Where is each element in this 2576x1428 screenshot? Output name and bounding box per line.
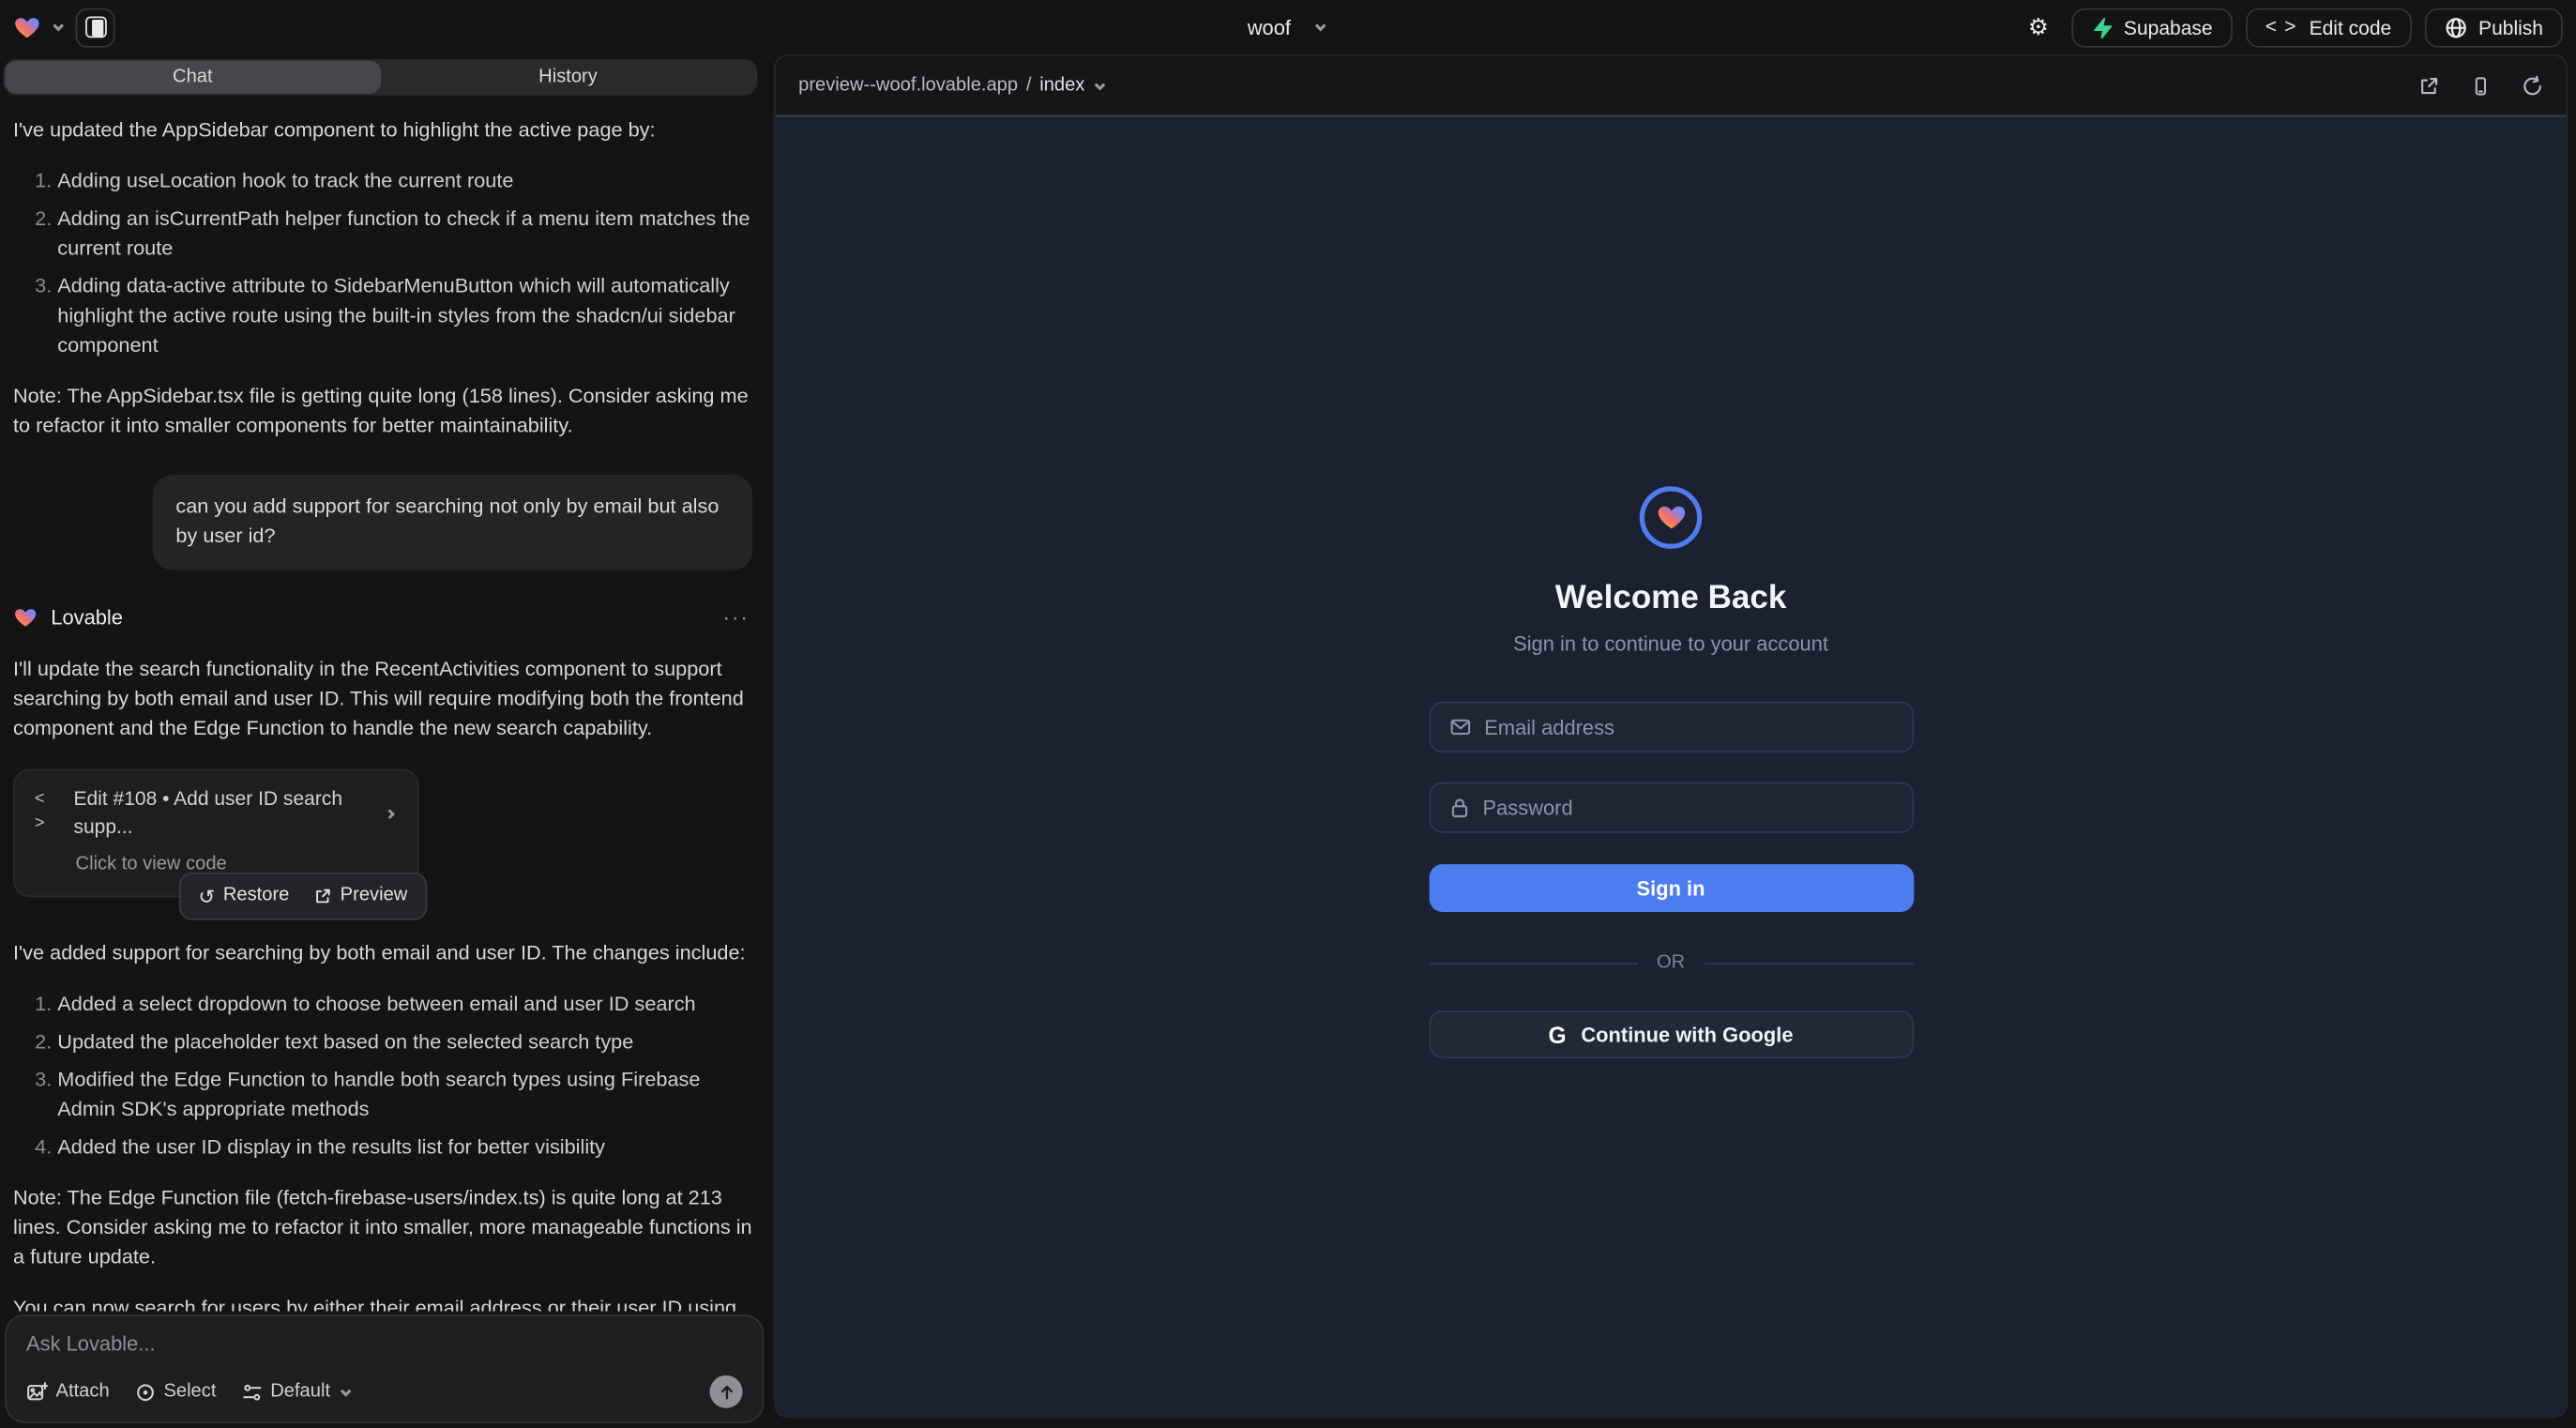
list-item: Adding useLocation hook to track the cur… (57, 168, 752, 197)
settings-button[interactable]: ⚙ (2019, 8, 2058, 47)
list-item: Added a select dropdown to choose betwee… (57, 991, 752, 1020)
tab-history[interactable]: History (380, 61, 755, 94)
mobile-view-icon[interactable] (2471, 75, 2491, 97)
app-heart-icon (1655, 503, 1686, 533)
url-chevron-down-icon (1093, 78, 1108, 93)
list-item: Updated the placeholder text based on th… (57, 1028, 752, 1057)
chat-messages: I've updated the AppSidebar component to… (13, 103, 752, 1311)
code-icon: < > (35, 788, 61, 838)
project-name: woof (1248, 16, 1291, 39)
restore-icon: ↺ (198, 887, 215, 906)
sliders-icon (241, 1381, 263, 1403)
project-chevron-down-icon (1314, 20, 1329, 35)
preview-iframe-content: Welcome Back Sign in to continue to your… (776, 115, 2567, 1417)
assistant-note: Note: The Edge Function file (fetch-fire… (13, 1185, 752, 1273)
edit-code-button[interactable]: < > Edit code (2246, 8, 2412, 47)
arrow-up-icon (717, 1383, 735, 1401)
refresh-icon[interactable] (2522, 75, 2543, 97)
assistant-paragraph: You can now search for users by either t… (13, 1295, 752, 1312)
assistant-name: Lovable (51, 603, 123, 633)
edit-card-actions: ↺ Restore Preview (178, 874, 427, 920)
envelope-icon (1448, 717, 1472, 738)
signin-subtitle: Sign in to continue to your account (1513, 632, 1828, 656)
workspace-chevron-down-icon[interactable] (51, 20, 66, 35)
password-field[interactable] (1483, 796, 1894, 819)
supabase-button[interactable]: Supabase (2071, 8, 2233, 47)
chat-composer: Attach Select Default (5, 1314, 764, 1423)
chat-input[interactable] (26, 1332, 743, 1369)
lovable-logo-heart-icon[interactable] (13, 14, 41, 40)
panel-left-icon (84, 17, 106, 38)
signin-form: Welcome Back Sign in to continue to your… (1429, 486, 1914, 1416)
select-target-icon (134, 1381, 156, 1403)
edit-card-title: Edit #108 • Add user ID search supp... (73, 784, 371, 842)
supabase-label: Supabase (2124, 16, 2213, 39)
lovable-heart-icon (13, 607, 38, 630)
send-button[interactable] (710, 1375, 743, 1408)
signin-title: Welcome Back (1555, 580, 1787, 617)
code-icon: < > (2265, 16, 2298, 39)
edit-code-label: Edit code (2310, 16, 2392, 39)
mode-chevron-down-icon (339, 1384, 354, 1399)
assistant-numbered-list: Adding useLocation hook to track the cur… (13, 168, 752, 361)
restore-label: Restore (223, 883, 290, 910)
password-field-container (1429, 782, 1914, 833)
attach-label: Attach (56, 1382, 110, 1402)
preview-button[interactable]: Preview (314, 883, 408, 910)
google-button-label: Continue with Google (1581, 1023, 1793, 1046)
continue-with-google-button[interactable]: G Continue with Google (1429, 1010, 1914, 1058)
list-item: Added the user ID display in the results… (57, 1133, 752, 1162)
list-item: Modified the Edge Function to handle bot… (57, 1067, 752, 1126)
app-logo (1640, 486, 1703, 549)
supabase-icon (2091, 16, 2113, 39)
preview-panel: preview--woof.lovable.app / index (774, 54, 2568, 1419)
publish-label: Publish (2478, 16, 2543, 39)
or-label: OR (1657, 953, 1685, 973)
attach-button[interactable]: Attach (26, 1381, 110, 1403)
email-field[interactable] (1484, 716, 1893, 739)
chat-history-tabs: Chat History (4, 59, 758, 96)
message-more-options-icon[interactable]: ··· (723, 602, 753, 633)
url-separator: / (1026, 76, 1032, 96)
project-switcher[interactable]: woof (1248, 16, 1329, 39)
preview-toolbar: preview--woof.lovable.app / index (776, 56, 2567, 115)
select-label: Select (163, 1382, 216, 1402)
assistant-paragraph: I'll update the search functionality in … (13, 655, 752, 743)
publish-button[interactable]: Publish (2424, 8, 2563, 47)
google-g-icon: G (1549, 1021, 1567, 1047)
external-link-icon (314, 888, 332, 905)
preview-page: index (1039, 76, 1084, 96)
edit-card-container: < > Edit #108 • Add user ID search supp.… (13, 768, 419, 897)
globe-icon (2444, 16, 2467, 39)
sidebar-toggle-button[interactable] (76, 8, 115, 47)
assistant-paragraph: I've updated the AppSidebar component to… (13, 116, 752, 145)
mode-selector[interactable]: Default (241, 1381, 354, 1403)
preview-url-selector[interactable]: preview--woof.lovable.app / index (798, 76, 1108, 96)
or-divider: OR (1429, 953, 1914, 973)
chat-panel: Chat History I've updated the AppSidebar… (0, 54, 765, 1428)
preview-label: Preview (341, 883, 408, 910)
preview-url: preview--woof.lovable.app (798, 76, 1018, 96)
gear-icon: ⚙ (2028, 16, 2049, 39)
lock-icon (1448, 797, 1470, 818)
top-bar: woof ⚙ Supabase < > Edit code Publish (0, 0, 2576, 54)
assistant-message-header: Lovable ··· (13, 602, 752, 633)
app-window: woof ⚙ Supabase < > Edit code Publish (0, 0, 2576, 1428)
attach-image-icon (26, 1381, 48, 1403)
sign-in-button[interactable]: Sign in (1429, 864, 1914, 912)
email-field-container (1429, 702, 1914, 752)
assistant-paragraph: I've added support for searching by both… (13, 940, 752, 969)
chevron-right-icon (384, 807, 399, 820)
list-item: Adding data-active attribute to SidebarM… (57, 273, 752, 361)
assistant-numbered-list: Added a select dropdown to choose betwee… (13, 991, 752, 1163)
tab-chat[interactable]: Chat (5, 61, 380, 94)
restore-button[interactable]: ↺ Restore (198, 883, 289, 910)
list-item: Adding an isCurrentPath helper function … (57, 205, 752, 265)
mode-label: Default (270, 1382, 330, 1402)
user-message-bubble: can you add support for searching not on… (153, 475, 752, 570)
assistant-note: Note: The AppSidebar.tsx file is getting… (13, 383, 752, 442)
open-in-new-tab-icon[interactable] (2418, 75, 2440, 97)
select-button[interactable]: Select (134, 1381, 217, 1403)
